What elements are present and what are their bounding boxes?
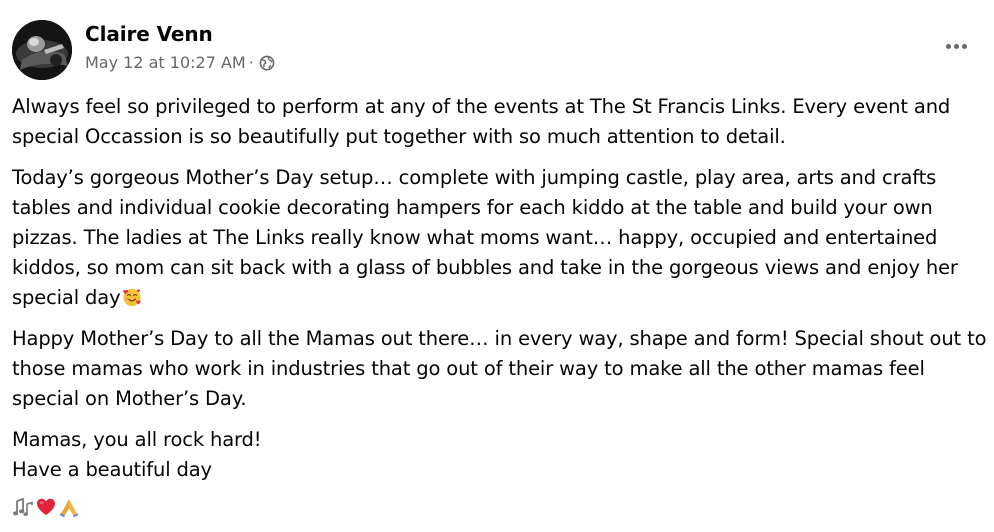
musical-notes-icon xyxy=(12,496,34,518)
more-options-button[interactable] xyxy=(938,32,974,60)
more-options-dot xyxy=(961,43,967,49)
smiling-face-with-hearts-icon xyxy=(122,286,142,307)
meta-separator: · xyxy=(248,53,254,72)
more-options-dot xyxy=(953,43,959,49)
post-body: Always feel so privileged to perform at … xyxy=(12,92,987,496)
globe-icon[interactable] xyxy=(259,55,275,71)
post-timestamp[interactable]: May 12 at 10:27 AM xyxy=(85,53,246,72)
author-name[interactable]: Claire Venn xyxy=(85,22,213,46)
facebook-post: Claire Venn May 12 at 10:27 AM · Always … xyxy=(0,0,994,532)
red-heart-icon xyxy=(35,496,57,518)
post-meta: May 12 at 10:27 AM · xyxy=(85,53,275,72)
author-avatar[interactable] xyxy=(12,20,72,80)
post-paragraph-3: Happy Mother’s Day to all the Mamas out … xyxy=(12,327,987,410)
more-options-icon xyxy=(945,43,951,49)
post-header: Claire Venn May 12 at 10:27 AM · xyxy=(12,18,982,82)
post-paragraph-2-text: Today’s gorgeous Mother’s Day setup… com… xyxy=(12,166,958,309)
post-paragraph-1: Always feel so privileged to perform at … xyxy=(12,95,951,148)
folded-hands-icon xyxy=(58,496,80,518)
trailing-emojis xyxy=(12,496,80,518)
post-paragraph-2: Today’s gorgeous Mother’s Day setup… com… xyxy=(12,163,987,313)
post-paragraph-4: Mamas, you all rock hard! Have a beautif… xyxy=(12,428,262,481)
